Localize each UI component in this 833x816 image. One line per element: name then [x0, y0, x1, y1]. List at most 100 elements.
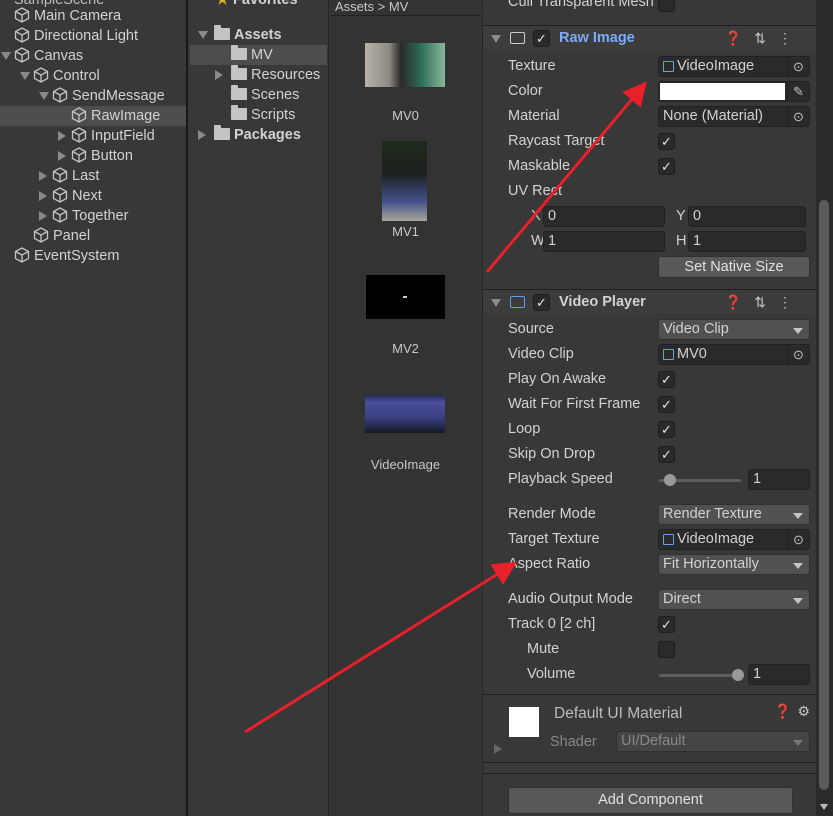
- collapsed-arrow-icon[interactable]: [215, 70, 223, 80]
- component-enabled-checkbox[interactable]: ✓: [533, 30, 550, 47]
- hierarchy-item[interactable]: Last: [0, 166, 186, 186]
- folder-label: Assets: [234, 27, 282, 43]
- hierarchy-item[interactable]: Directional Light: [0, 26, 186, 46]
- set-native-size-button[interactable]: Set Native Size: [658, 256, 810, 278]
- object-field[interactable]: VideoImage ⊙: [658, 529, 810, 550]
- asset-thumb-mv1[interactable]: [382, 141, 427, 221]
- volume-slider[interactable]: [659, 674, 741, 677]
- project-folder-item[interactable]: Packages: [190, 125, 328, 145]
- w-field[interactable]: 1: [543, 231, 665, 252]
- asset-thumb-videoimage[interactable]: [365, 395, 445, 433]
- project-tree: ★ Favorites Assets MV Resources Scenes Scrip…: [190, 0, 329, 816]
- hierarchy-item[interactable]: InputField: [0, 126, 186, 146]
- scrollbar-thumb[interactable]: [819, 200, 829, 790]
- hierarchy-item[interactable]: Main Camera: [0, 6, 186, 26]
- maskable-checkbox[interactable]: ✓: [658, 158, 675, 175]
- component-header[interactable]: ✓ Raw Image ❓⇅⋮: [483, 25, 816, 50]
- hierarchy-item[interactable]: EventSystem: [0, 246, 186, 266]
- hierarchy-item[interactable]: RawImage: [0, 106, 186, 126]
- project-folder-item[interactable]: Assets: [190, 25, 328, 45]
- y-field[interactable]: 0: [688, 206, 806, 227]
- hierarchy-item[interactable]: Panel: [0, 226, 186, 246]
- component-menu-icons[interactable]: ❓⇅⋮: [725, 26, 804, 51]
- collapsed-arrow-icon[interactable]: [39, 191, 47, 201]
- dropdown[interactable]: Video Clip: [658, 319, 810, 340]
- expanded-arrow-icon[interactable]: [491, 299, 501, 307]
- material-menu-icons[interactable]: ❓⚙: [774, 703, 816, 720]
- skip-checkbox[interactable]: ✓: [658, 446, 675, 463]
- asset-label[interactable]: MV0: [330, 108, 481, 123]
- hierarchy-item[interactable]: Canvas: [0, 46, 186, 66]
- dropdown-value: Fit Horizontally: [663, 556, 759, 572]
- component-enabled-checkbox[interactable]: ✓: [533, 294, 550, 311]
- hierarchy-item[interactable]: Together: [0, 206, 186, 226]
- asset-thumb-mv2[interactable]: [366, 275, 445, 319]
- hierarchy-item[interactable]: SendMessage: [0, 86, 186, 106]
- eyedropper-icon[interactable]: ✎: [787, 82, 809, 101]
- property-label: Target Texture: [508, 531, 600, 547]
- collapsed-arrow-icon[interactable]: [58, 131, 66, 141]
- folder-label: Resources: [251, 67, 321, 83]
- expanded-arrow-icon[interactable]: [1, 52, 11, 60]
- dropdown[interactable]: Fit Horizontally: [658, 554, 810, 575]
- speed-slider-handle[interactable]: [663, 474, 676, 486]
- component-header[interactable]: ✓ Video Player ❓⇅⋮: [483, 289, 816, 314]
- expanded-arrow-icon[interactable]: [20, 72, 30, 80]
- project-folder-item[interactable]: MV: [190, 45, 327, 65]
- dropdown[interactable]: Direct: [658, 589, 810, 610]
- field-value: 0: [548, 208, 557, 224]
- object-picker-icon[interactable]: ⊙: [787, 107, 809, 126]
- object-field[interactable]: MV0 ⊙: [658, 344, 810, 365]
- collapsed-arrow-icon[interactable]: [494, 744, 502, 754]
- component-menu-icons[interactable]: ❓⇅⋮: [725, 290, 804, 315]
- object-field[interactable]: None (Material) ⊙: [658, 106, 810, 127]
- dropdown[interactable]: Render Texture: [658, 504, 810, 525]
- object-picker-icon[interactable]: ⊙: [787, 345, 809, 364]
- dropdown-value: UI/Default: [621, 733, 686, 749]
- expanded-arrow-icon[interactable]: [198, 31, 208, 39]
- scroll-down-icon[interactable]: [820, 804, 828, 810]
- object-picker-icon[interactable]: ⊙: [787, 57, 809, 76]
- asset-label[interactable]: VideoImage: [330, 457, 481, 472]
- track-checkbox[interactable]: ✓: [658, 616, 675, 633]
- collapsed-arrow-icon[interactable]: [39, 171, 47, 181]
- loop-checkbox[interactable]: ✓: [658, 421, 675, 438]
- favorites-label: Favorites: [233, 0, 298, 8]
- expanded-arrow-icon[interactable]: [39, 92, 49, 100]
- expanded-arrow-icon[interactable]: [491, 35, 501, 43]
- project-folder-item[interactable]: Scenes: [190, 85, 328, 105]
- breadcrumb[interactable]: Assets > MV: [335, 0, 408, 14]
- asset-thumb-mv0[interactable]: [365, 43, 445, 87]
- object-picker-icon[interactable]: ⊙: [787, 530, 809, 549]
- chevron-down-icon: [793, 328, 803, 334]
- volume-slider-handle[interactable]: [732, 669, 744, 681]
- h-field[interactable]: 1: [688, 231, 806, 252]
- inspector-scrollbar[interactable]: [816, 0, 833, 816]
- mute-checkbox[interactable]: [658, 641, 675, 658]
- asset-label[interactable]: MV2: [330, 341, 481, 356]
- hierarchy-item[interactable]: Next: [0, 186, 186, 206]
- collapsed-arrow-icon[interactable]: [198, 130, 206, 140]
- project-folder-item[interactable]: Scripts: [190, 105, 328, 125]
- raycast-checkbox[interactable]: ✓: [658, 133, 675, 150]
- component-title: Raw Image: [559, 30, 635, 46]
- collapsed-arrow-icon[interactable]: [39, 211, 47, 221]
- add-component-button[interactable]: Add Component: [508, 787, 793, 814]
- project-folder-item[interactable]: Resources: [190, 65, 328, 85]
- star-icon: ★: [216, 0, 229, 8]
- speed-field[interactable]: 1: [748, 469, 810, 490]
- asset-label[interactable]: MV1: [330, 224, 481, 239]
- hierarchy-item[interactable]: Button: [0, 146, 186, 166]
- volume-field[interactable]: 1: [748, 664, 810, 685]
- property-label: Play On Awake: [508, 371, 607, 387]
- wait-checkbox[interactable]: ✓: [658, 396, 675, 413]
- color-field[interactable]: ✎: [658, 81, 810, 102]
- object-field[interactable]: VideoImage ⊙: [658, 56, 810, 77]
- favorites-item[interactable]: ★ Favorites: [190, 0, 328, 10]
- play-on-awake-checkbox[interactable]: ✓: [658, 371, 675, 388]
- hierarchy-item[interactable]: Control: [0, 66, 186, 86]
- collapsed-arrow-icon[interactable]: [58, 151, 66, 161]
- shader-dropdown[interactable]: UI/Default: [616, 731, 810, 752]
- x-field[interactable]: 0: [543, 206, 665, 227]
- cull-checkbox[interactable]: [658, 0, 675, 12]
